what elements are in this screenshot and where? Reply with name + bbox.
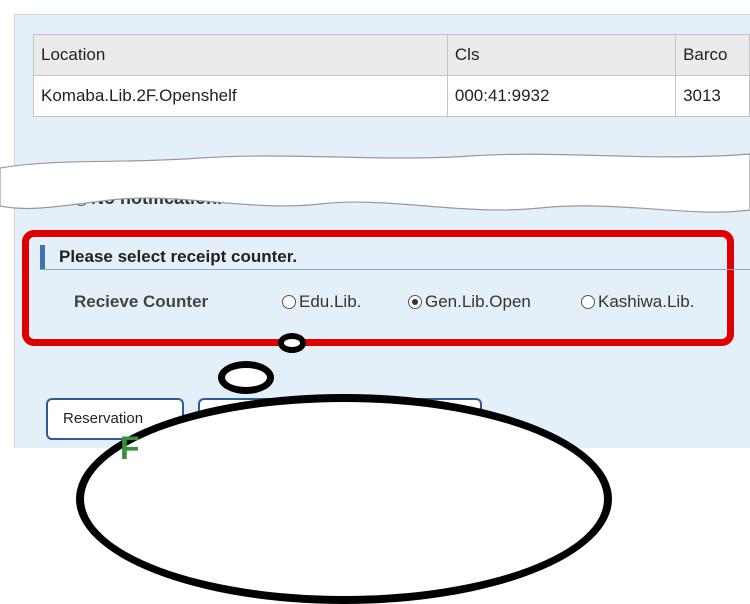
cell-location: Komaba.Lib.2F.Openshelf: [33, 75, 448, 117]
radio-option-edu-lib[interactable]: Edu.Lib.: [282, 290, 361, 314]
cell-barcode: 3013: [675, 75, 750, 117]
thought-bubble-small: [278, 333, 306, 353]
torn-edge-overlay: [0, 153, 750, 213]
column-header-barcode: Barco: [675, 34, 750, 76]
radio-option-kashiwa-lib[interactable]: Kashiwa.Lib.: [581, 290, 694, 314]
column-header-cls: Cls: [446, 34, 677, 76]
table-header-row: Location Cls Barco: [33, 34, 750, 76]
radio-selected-icon: [408, 295, 422, 309]
section-heading: Please select receipt counter.: [40, 245, 750, 269]
receive-counter-label: Recieve Counter: [74, 292, 209, 311]
callout-text: F: [120, 430, 140, 466]
section-divider: [40, 269, 750, 270]
radio-option-gen-lib-open[interactable]: Gen.Lib.Open: [408, 290, 531, 314]
column-header-location: Location: [33, 34, 448, 76]
radio-icon: [581, 295, 595, 309]
radio-icon: [282, 295, 296, 309]
table-row: Komaba.Lib.2F.Openshelf 000:41:9932 3013: [33, 75, 750, 117]
cell-cls: 000:41:9932: [446, 75, 677, 117]
holdings-table: Location Cls Barco Komaba.Lib.2F.Openshe…: [33, 34, 750, 117]
thought-bubble-medium: [218, 361, 274, 394]
thought-bubble-large: [76, 394, 612, 604]
